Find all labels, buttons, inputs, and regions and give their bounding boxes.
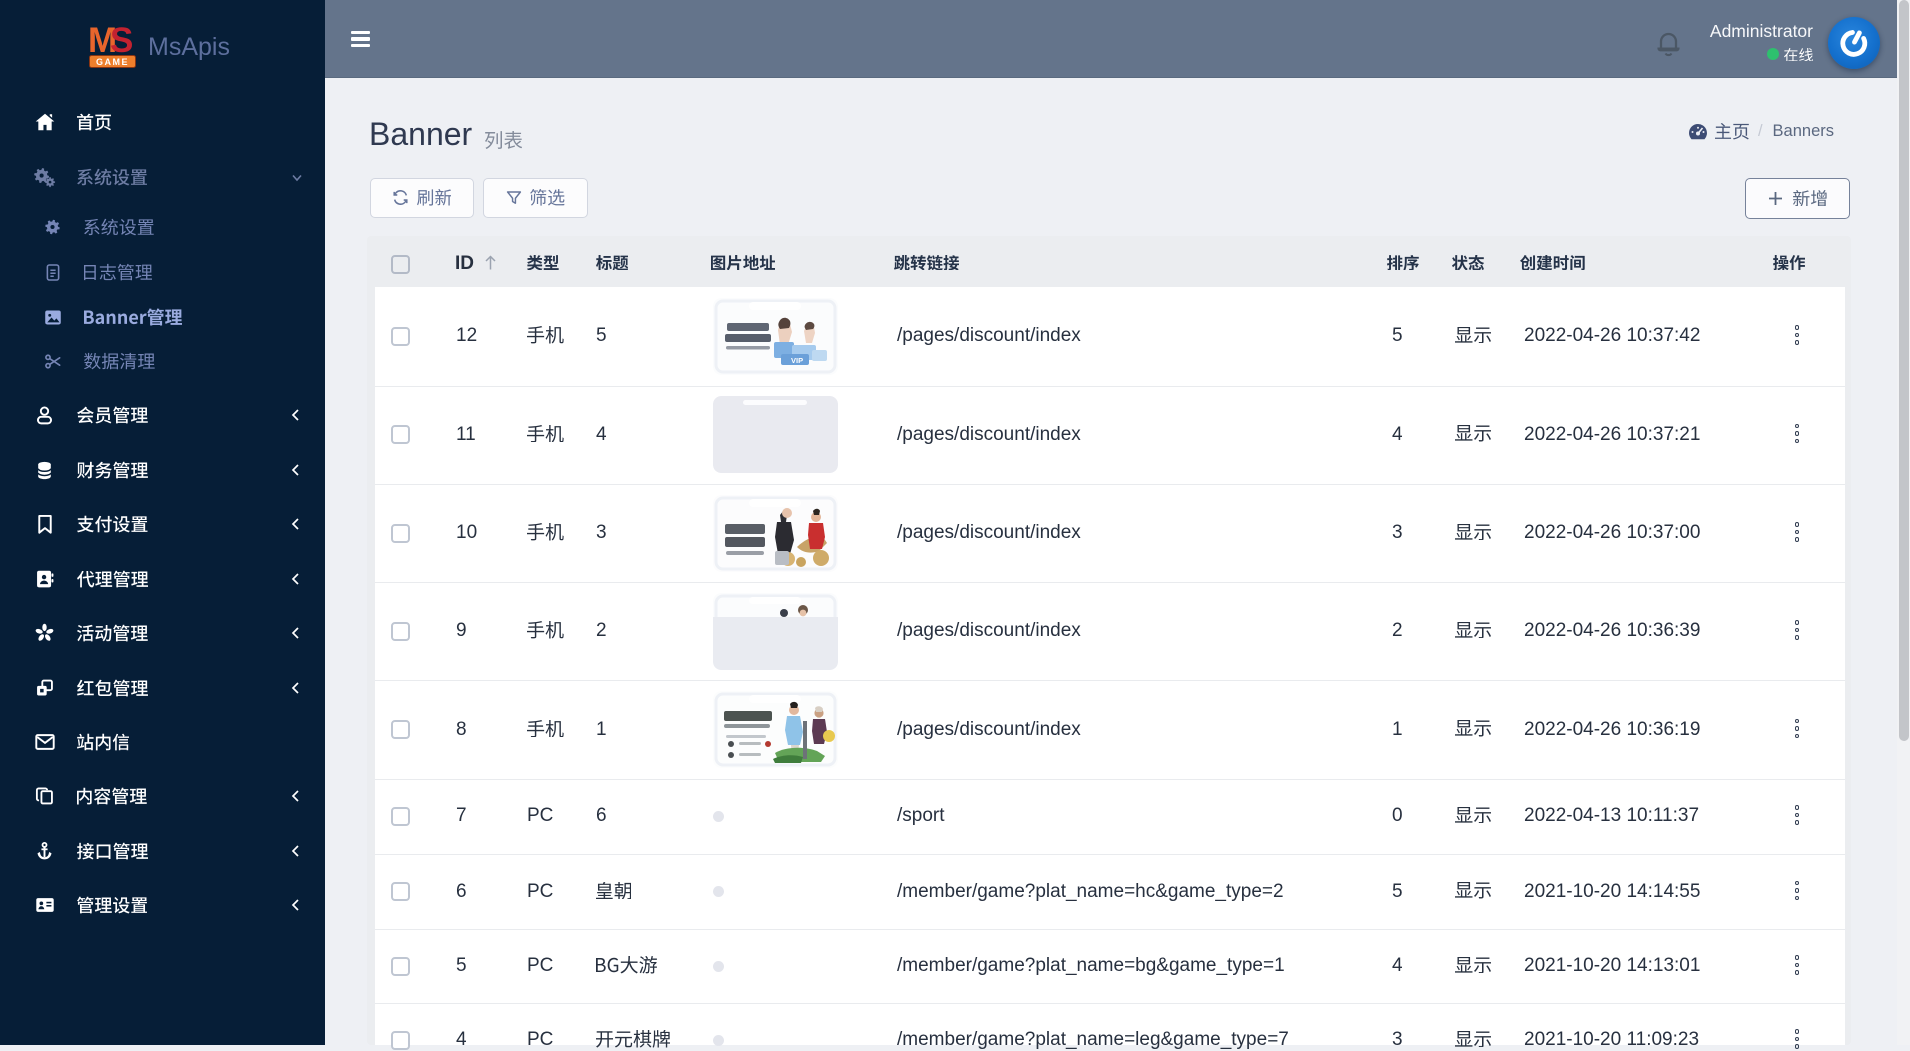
svg-text:VIP: VIP [791, 356, 803, 365]
